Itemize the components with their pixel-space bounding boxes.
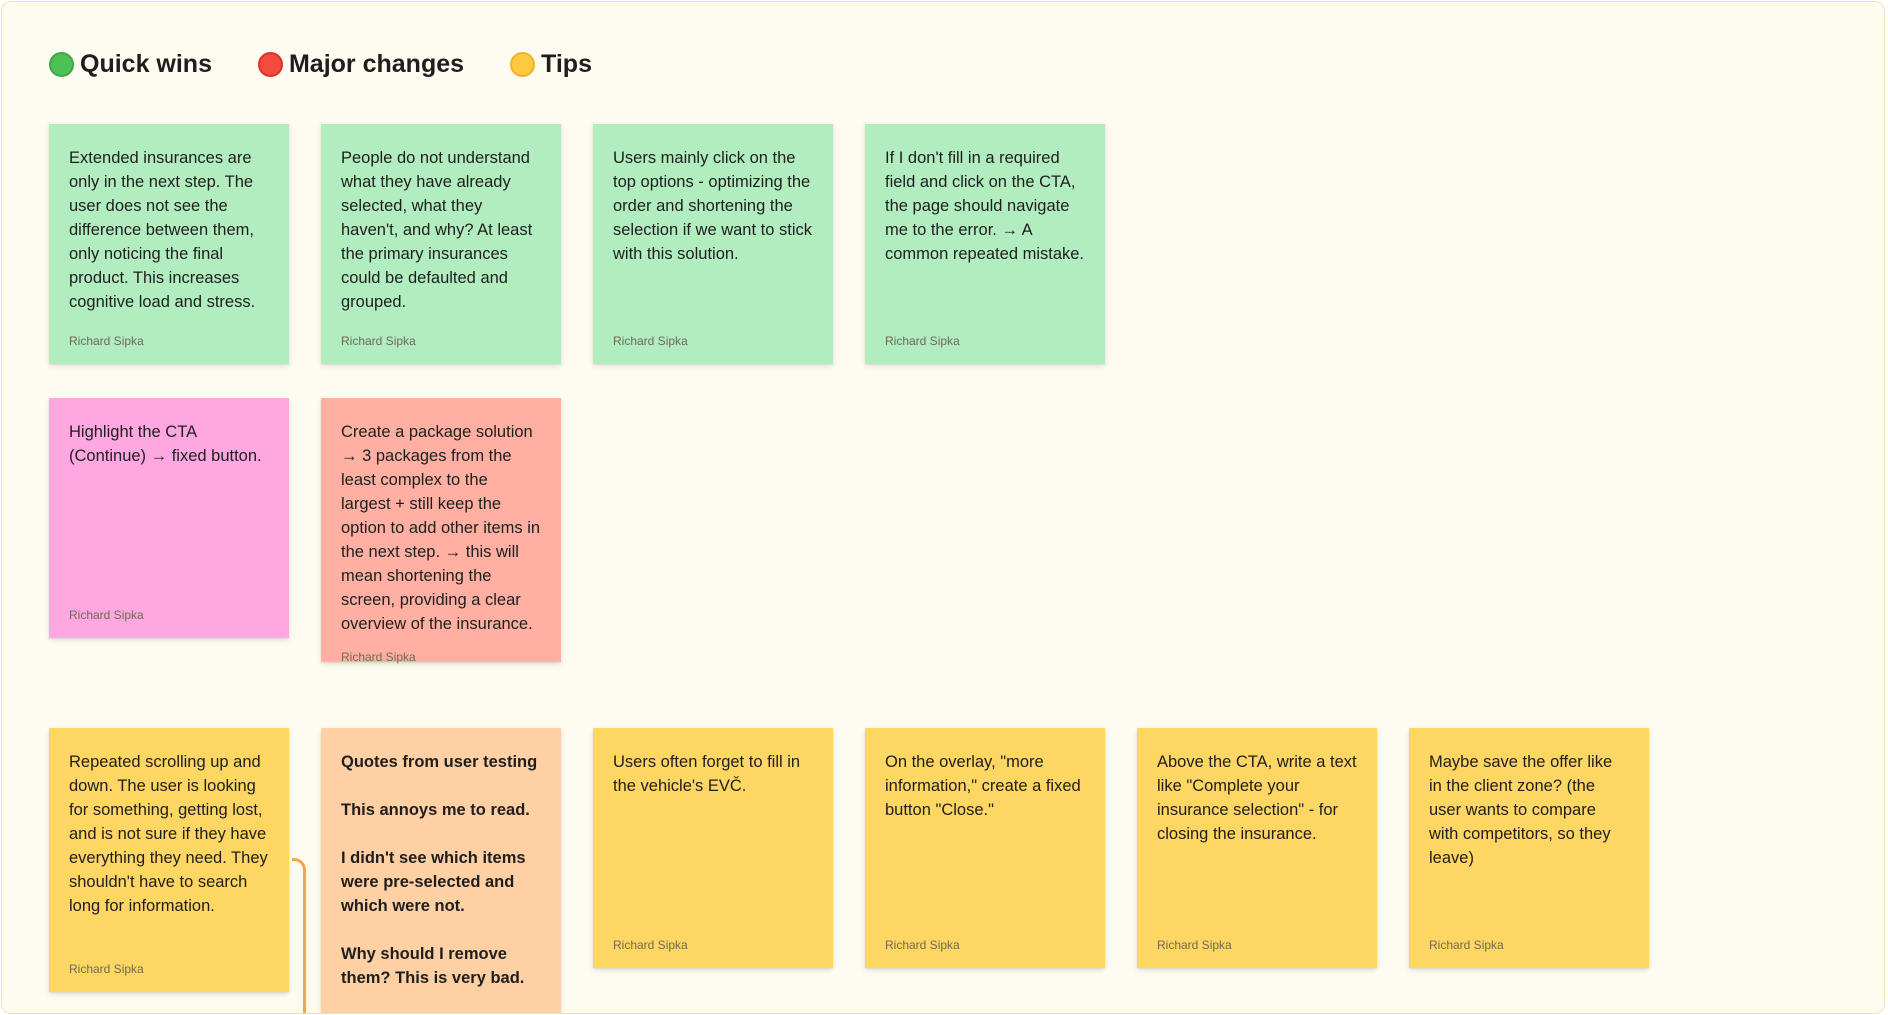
sticky-note[interactable]: People do not understand what they have …: [321, 124, 561, 364]
whiteboard-canvas[interactable]: Quick wins Major changes Tips Extended i…: [1, 1, 1885, 1014]
note-author: Richard Sipka: [1157, 938, 1232, 952]
legend-major-changes: Major changes: [257, 50, 465, 79]
sticky-note[interactable]: Extended insurances are only in the next…: [49, 124, 289, 364]
sticky-note[interactable]: On the overlay, "more information," crea…: [865, 728, 1105, 968]
note-author: Richard Sipka: [69, 608, 144, 622]
legend-label: Tips: [541, 50, 592, 78]
note-text: People do not understand what they have …: [341, 149, 533, 311]
note-author: Richard Sipka: [613, 938, 688, 952]
sticky-note[interactable]: Users mainly click on the top options - …: [593, 124, 833, 364]
note-author: Richard Sipka: [613, 334, 688, 348]
sticky-note[interactable]: Users often forget to fill in the vehicl…: [593, 728, 833, 968]
note-author: Richard Sipka: [69, 962, 144, 976]
green-circle-icon: [49, 52, 74, 77]
note-text: Highlight the CTA (Continue) → fixed but…: [69, 423, 262, 465]
note-text: Users mainly click on the top options - …: [613, 149, 812, 263]
connector-line[interactable]: [292, 858, 306, 1013]
note-text: Repeated scrolling up and down. The user…: [69, 753, 268, 915]
note-author: Richard Sipka: [885, 334, 960, 348]
note-author: Richard Sipka: [341, 334, 416, 348]
yellow-circle-icon: [510, 52, 536, 77]
note-author: Richard Sipka: [885, 938, 960, 952]
note-text: On the overlay, "more information," crea…: [885, 753, 1081, 819]
note-text: Create a package solution → 3 packages f…: [341, 423, 541, 633]
legend: Quick wins Major changes Tips: [49, 50, 592, 79]
sticky-note[interactable]: Repeated scrolling up and down. The user…: [49, 728, 289, 992]
red-circle-icon: [257, 52, 283, 77]
legend-tips: Tips: [510, 50, 592, 79]
note-author: Richard Sipka: [341, 650, 416, 664]
sticky-note[interactable]: Highlight the CTA (Continue) → fixed but…: [49, 398, 289, 638]
note-text: Quotes from user testing This annoys me …: [341, 753, 538, 987]
sticky-note[interactable]: If I don't fill in a required field and …: [865, 124, 1105, 364]
note-text: If I don't fill in a required field and …: [885, 149, 1085, 263]
legend-label: Major changes: [288, 50, 465, 78]
legend-label: Quick wins: [80, 50, 212, 78]
sticky-note[interactable]: Maybe save the offer like in the client …: [1409, 728, 1649, 968]
note-text: Above the CTA, write a text like "Comple…: [1157, 753, 1357, 843]
sticky-note[interactable]: Above the CTA, write a text like "Comple…: [1137, 728, 1377, 968]
sticky-note[interactable]: Create a package solution → 3 packages f…: [321, 398, 561, 664]
note-author: Richard Sipka: [1429, 938, 1504, 952]
note-text: Maybe save the offer like in the client …: [1429, 753, 1613, 867]
note-text: Extended insurances are only in the next…: [69, 149, 256, 311]
sticky-note-quotes[interactable]: Quotes from user testing This annoys me …: [321, 728, 561, 1013]
note-author: Richard Sipka: [69, 334, 144, 348]
note-text: Users often forget to fill in the vehicl…: [613, 753, 801, 795]
legend-quick-wins: Quick wins: [49, 50, 212, 79]
